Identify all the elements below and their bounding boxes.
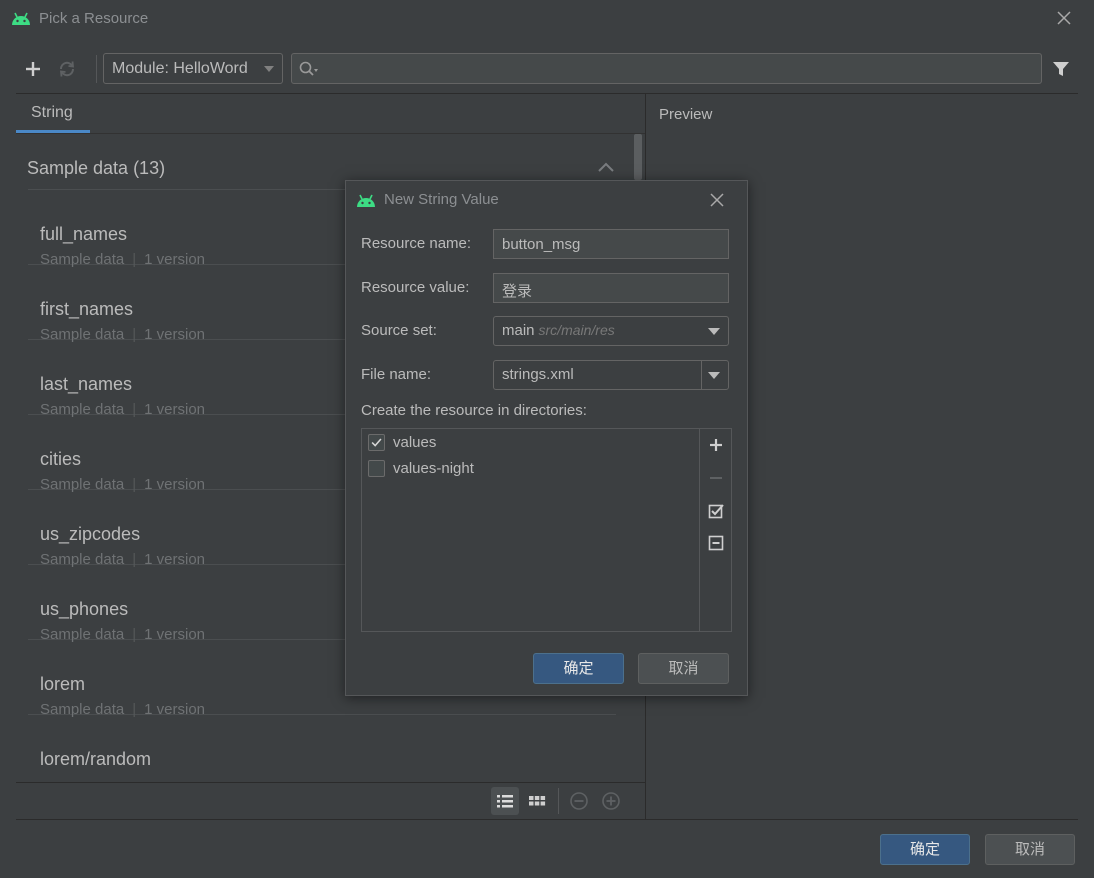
chevron-down-icon — [264, 66, 274, 72]
title-bar — [0, 0, 1094, 38]
source-set-label: Source set: — [361, 322, 437, 339]
cancel-button[interactable]: 取消 — [985, 834, 1075, 865]
tab-string[interactable]: String — [16, 94, 90, 134]
divider — [646, 93, 1078, 94]
module-select-label: Module: HelloWord — [112, 60, 248, 77]
file-name-value: strings.xml — [502, 366, 574, 383]
grid-view-icon[interactable] — [523, 787, 551, 815]
item-name: us_phones — [40, 599, 129, 619]
list-item[interactable]: lorem/random — [28, 715, 616, 782]
source-set-value: main — [502, 322, 535, 339]
chevron-up-icon[interactable] — [597, 161, 615, 173]
zoom-in-icon[interactable] — [599, 789, 623, 813]
resource-value-label: Resource value: — [361, 279, 470, 296]
search-input[interactable] — [291, 53, 1042, 84]
item-name: cities — [40, 449, 82, 469]
refresh-icon — [59, 61, 75, 77]
directory-label: values — [393, 434, 437, 451]
scrollbar-thumb[interactable] — [634, 134, 642, 180]
android-icon — [357, 194, 375, 207]
chevron-down-icon[interactable] — [708, 372, 720, 379]
checkbox-unchecked[interactable] — [368, 460, 385, 477]
dialog-cancel-button[interactable]: 取消 — [638, 653, 729, 684]
preview-label: Preview — [659, 106, 713, 123]
close-icon[interactable] — [1052, 6, 1076, 30]
unselect-all-icon[interactable] — [706, 533, 726, 553]
search-icon[interactable] — [298, 60, 320, 78]
resource-value-value: 登录 — [502, 283, 533, 300]
source-set-select[interactable]: main src/main/res — [493, 316, 729, 346]
checkbox-checked[interactable] — [368, 434, 385, 451]
resource-value-field[interactable]: 登录 — [493, 273, 729, 303]
module-select[interactable]: Module: HelloWord — [103, 53, 283, 84]
item-name: first_names — [40, 299, 134, 319]
toolbar-separator — [96, 55, 97, 83]
dialog-ok-button[interactable]: 确定 — [533, 653, 624, 684]
android-icon — [12, 12, 30, 25]
resource-name-field[interactable]: button_msg — [493, 229, 729, 259]
plus-icon[interactable] — [706, 435, 726, 455]
close-icon[interactable] — [706, 189, 728, 211]
source-set-hint: src/main/res — [538, 322, 615, 338]
directories-label: Create the resource in directories: — [361, 402, 587, 419]
combo-separator — [701, 361, 702, 389]
item-name: lorem/random — [40, 749, 152, 769]
window-title: Pick a Resource — [39, 10, 149, 27]
directories-list: values values-night — [361, 428, 732, 632]
new-string-value-dialog: New String Value Resource name: button_m… — [345, 180, 748, 696]
ok-button[interactable]: 确定 — [880, 834, 970, 865]
directories-toolbar — [699, 429, 731, 631]
select-all-icon[interactable] — [706, 501, 726, 521]
toolbar-separator — [558, 788, 559, 814]
list-view-icon[interactable] — [491, 787, 519, 815]
section-title: Sample data (13) — [27, 158, 166, 178]
dialog-title: New String Value — [384, 191, 499, 208]
item-name: last_names — [40, 374, 133, 394]
file-name-combo[interactable]: strings.xml — [493, 360, 729, 390]
resource-name-value: button_msg — [502, 236, 581, 253]
divider — [16, 133, 645, 134]
tab-label: String — [31, 104, 73, 121]
item-name: lorem — [40, 674, 86, 694]
zoom-out-icon[interactable] — [567, 789, 591, 813]
divider — [16, 782, 645, 783]
plus-icon[interactable] — [22, 58, 44, 80]
resource-name-label: Resource name: — [361, 235, 472, 252]
chevron-down-icon — [708, 328, 720, 335]
item-name: full_names — [40, 224, 128, 244]
filter-icon[interactable] — [1051, 58, 1071, 80]
file-name-label: File name: — [361, 366, 432, 383]
item-name: us_zipcodes — [40, 524, 141, 544]
minus-icon — [710, 477, 722, 479]
divider — [16, 819, 1078, 820]
directory-label: values-night — [393, 460, 474, 477]
